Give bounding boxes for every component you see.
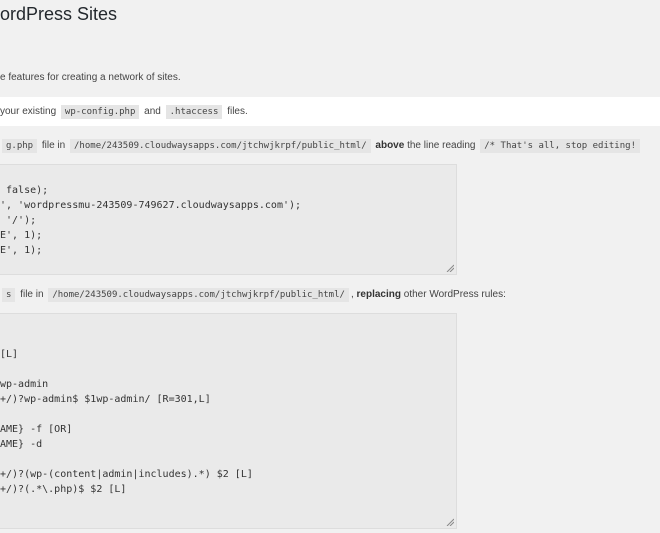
resize-handle-icon[interactable] xyxy=(446,264,454,272)
step1-instruction: g.php file in /home/243509.cloudwaysapps… xyxy=(0,138,642,154)
code-line: '/'); xyxy=(0,215,37,226)
code-line: AME} -d xyxy=(0,439,43,450)
step1-filename: g.php xyxy=(2,139,38,153)
step2-replacing: replacing xyxy=(356,289,401,300)
backup-notice-text: your existing wp-config.php and .htacces… xyxy=(0,104,248,120)
htaccess-code-textarea[interactable]: [L] wp-admin +/)?wp-admin$ $1wp-admin/ [… xyxy=(0,313,457,529)
code-line: E', 1); xyxy=(0,230,43,241)
intro-text: e features for creating a network of sit… xyxy=(0,72,181,83)
htaccess-filename: .htaccess xyxy=(165,105,223,119)
notice-prefix: your existing xyxy=(0,106,57,117)
notice-and: and xyxy=(144,106,161,117)
code-line: +/)?(.*\.php)$ $2 [L] xyxy=(0,484,127,495)
code-line: E', 1); xyxy=(0,245,43,256)
step2-other-rules: other WordPress rules: xyxy=(403,289,506,300)
step1-path: /home/243509.cloudwaysapps.com/jtchwjkrp… xyxy=(70,139,371,153)
step1-line-reading: the line reading xyxy=(407,140,476,151)
resize-handle-icon[interactable] xyxy=(446,518,454,526)
wp-config-filename: wp-config.php xyxy=(60,105,140,119)
code-line: +/)?wp-admin$ $1wp-admin/ [R=301,L] xyxy=(0,394,211,405)
code-line: false); xyxy=(0,185,49,196)
code-line: ', 'wordpressmu-243509-749627.cloudwaysa… xyxy=(0,200,302,211)
step1-above: above xyxy=(375,140,405,151)
step2-instruction: s file in /home/243509.cloudwaysapps.com… xyxy=(0,287,506,303)
step2-file-in: file in xyxy=(20,289,44,300)
code-line: +/)?(wp-(content|admin|includes).*) $2 [… xyxy=(0,469,253,480)
wp-config-code-textarea[interactable]: false); ', 'wordpressmu-243509-749627.cl… xyxy=(0,164,457,275)
code-line: AME} -f [OR] xyxy=(0,424,73,435)
code-line: [L] xyxy=(0,349,19,360)
step2-path: /home/243509.cloudwaysapps.com/jtchwjkrp… xyxy=(48,288,349,302)
step1-file-in: file in xyxy=(41,140,66,151)
notice-suffix: files. xyxy=(227,106,248,117)
page-title: ordPress Sites xyxy=(0,4,118,24)
code-line: wp-admin xyxy=(0,379,49,390)
step1-marker: /* That's all, stop editing! xyxy=(480,139,640,153)
backup-notice: your existing wp-config.php and .htacces… xyxy=(0,97,660,126)
step2-filename: s xyxy=(2,288,16,302)
